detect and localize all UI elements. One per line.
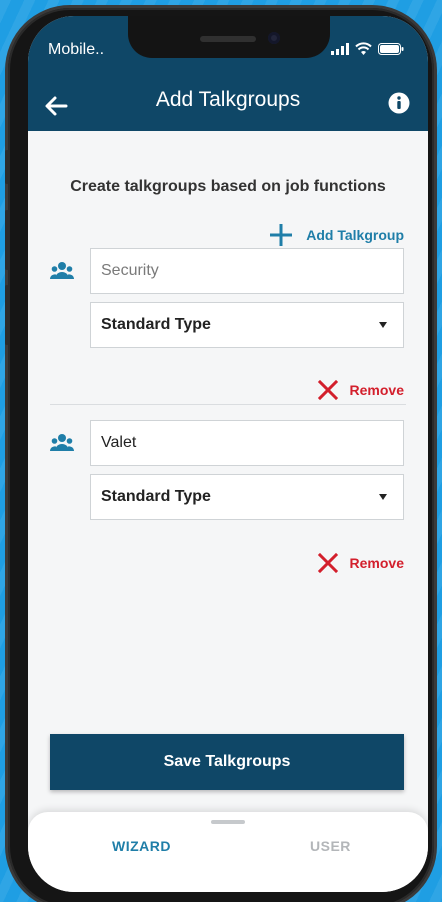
add-talkgroup-button[interactable]: Add Talkgroup (270, 224, 404, 246)
info-icon[interactable] (388, 92, 410, 114)
close-icon (317, 380, 338, 400)
drag-handle[interactable] (211, 820, 245, 824)
remove-label: Remove (349, 382, 404, 398)
remove-talkgroup-button[interactable]: Remove (317, 553, 404, 573)
users-group-icon (50, 434, 74, 451)
talkgroup-type-select[interactable]: Standard Type (90, 474, 404, 520)
talkgroup-name-input[interactable] (90, 420, 404, 466)
page-title: Add Talkgroups (155, 88, 301, 111)
plus-icon (270, 224, 293, 246)
wifi-icon (355, 42, 372, 55)
talkgroup-type-select[interactable]: Standard Type (90, 302, 404, 348)
camera-icon (268, 32, 280, 44)
talkgroup-name-input[interactable] (90, 248, 404, 294)
phone-side-button (5, 210, 9, 270)
battery-icon (378, 43, 404, 55)
remove-talkgroup-button[interactable]: Remove (317, 380, 404, 400)
carrier-label: Mobile.. (48, 41, 105, 58)
tab-wizard[interactable]: WIZARD (112, 838, 171, 854)
bottom-tab-bar: WIZARD USER (28, 812, 428, 892)
app-screen: Mobile.. Add Talkgroups Create talkgroup… (28, 16, 428, 892)
caret-down-icon (379, 322, 387, 328)
talkgroup-type-value: Standard Type (101, 488, 211, 505)
save-talkgroups-button[interactable]: Save Talkgroups (50, 734, 404, 790)
phone-notch (128, 16, 330, 58)
close-icon (317, 553, 338, 573)
remove-label: Remove (349, 555, 404, 571)
caret-down-icon (379, 494, 387, 500)
users-group-icon (50, 262, 74, 279)
tab-user[interactable]: USER (310, 838, 351, 854)
speaker-grille (200, 36, 256, 42)
page-subtitle: Create talkgroups based on job functions (70, 178, 386, 195)
phone-side-button (5, 285, 9, 345)
talkgroup-type-value: Standard Type (101, 316, 211, 333)
add-talkgroup-label: Add Talkgroup (306, 227, 404, 243)
status-icons (331, 42, 404, 55)
signal-icon (331, 43, 349, 55)
phone-side-button (5, 150, 9, 184)
divider (50, 404, 406, 405)
app-header: Mobile.. Add Talkgroups (28, 16, 428, 131)
